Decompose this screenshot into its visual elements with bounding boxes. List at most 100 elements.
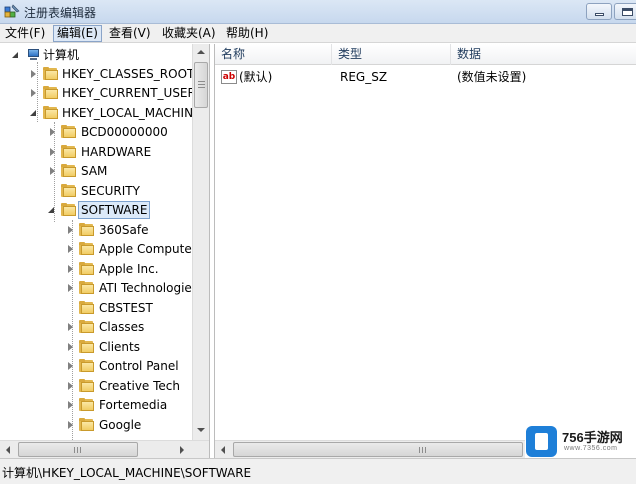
- scroll-thumb[interactable]: [18, 442, 138, 457]
- menu-view[interactable]: 查看(V): [106, 25, 154, 42]
- watermark-url: www.7356.com: [564, 445, 618, 452]
- scroll-right-button[interactable]: [174, 441, 191, 458]
- menu-favorites[interactable]: 收藏夹(A): [159, 25, 219, 42]
- tree-vertical-scrollbar[interactable]: [192, 44, 209, 440]
- column-header-data[interactable]: 数据: [451, 44, 636, 65]
- tree-node-label: HKEY_CURRENT_USER: [62, 86, 196, 100]
- expand-toggle-icon[interactable]: [48, 207, 54, 213]
- expand-toggle-icon[interactable]: [68, 226, 73, 234]
- arrow-right-icon: [180, 446, 184, 454]
- folder-icon: [79, 320, 94, 333]
- scroll-thumb[interactable]: [233, 442, 523, 457]
- list-horizontal-scrollbar[interactable]: [215, 440, 525, 458]
- scroll-thumb[interactable]: [194, 62, 208, 108]
- watermark-phone-icon: [526, 426, 557, 457]
- expand-toggle-icon[interactable]: [68, 343, 73, 351]
- scroll-up-button[interactable]: [193, 44, 209, 61]
- tree-node-label: Control Panel: [99, 359, 179, 373]
- arrow-down-icon: [197, 428, 205, 432]
- registry-tree[interactable]: 计算机 HKEY_CLASSES_ROOT HKEY_CURRENT_USER …: [0, 44, 210, 458]
- expand-toggle-icon[interactable]: [68, 245, 73, 253]
- tree-node-software[interactable]: SOFTWARE: [0, 201, 192, 219]
- column-header-name[interactable]: 名称: [215, 44, 332, 65]
- tree-node-label: Clients: [99, 340, 140, 354]
- folder-icon: [43, 86, 58, 99]
- tree-node-label: ATI Technologie: [99, 281, 192, 295]
- expand-toggle-icon[interactable]: [30, 110, 36, 116]
- expand-toggle-icon[interactable]: [50, 128, 55, 136]
- tree-node-key[interactable]: HARDWARE: [0, 143, 192, 161]
- window-title: 注册表编辑器: [24, 6, 97, 20]
- tree-node-key[interactable]: ATI Technologie: [0, 279, 192, 297]
- tree-node-key[interactable]: Fortemedia: [0, 396, 192, 414]
- expand-toggle-icon[interactable]: [31, 70, 36, 78]
- expand-toggle-icon[interactable]: [50, 148, 55, 156]
- folder-icon: [79, 359, 94, 372]
- status-bar: 计算机\HKEY_LOCAL_MACHINE\SOFTWARE: [0, 458, 636, 484]
- value-data: (数值未设置): [457, 70, 527, 84]
- tree-node-key[interactable]: SAM: [0, 162, 192, 180]
- scroll-left-button[interactable]: [0, 441, 17, 458]
- tree-node-label: HKEY_CLASSES_ROOT: [62, 67, 195, 81]
- minimize-icon: [595, 13, 604, 16]
- arrow-up-icon: [197, 50, 205, 54]
- expand-toggle-icon[interactable]: [68, 362, 73, 370]
- expand-toggle-icon[interactable]: [31, 89, 36, 97]
- folder-icon: [79, 398, 94, 411]
- tree-node-key[interactable]: SECURITY: [0, 182, 192, 200]
- tree-node-label: HKEY_LOCAL_MACHINE: [62, 106, 201, 120]
- watermark-brand: 756手游网: [562, 430, 623, 445]
- tree-node-label: BCD00000000: [81, 125, 168, 139]
- minimize-button[interactable]: [586, 3, 612, 20]
- status-path: 计算机\HKEY_LOCAL_MACHINE\SOFTWARE: [2, 466, 252, 480]
- computer-icon: [26, 49, 41, 61]
- tree-node-hive[interactable]: HKEY_CURRENT_USER: [0, 84, 196, 102]
- value-row[interactable]: ab (默认) REG_SZ (数值未设置): [215, 68, 636, 86]
- tree-node-key[interactable]: Classes: [0, 318, 192, 336]
- tree-node-hive[interactable]: HKEY_CLASSES_ROOT: [0, 65, 195, 83]
- tree-node-key[interactable]: Control Panel: [0, 357, 192, 375]
- registry-editor-icon: [4, 4, 20, 18]
- tree-node-hive[interactable]: HKEY_LOCAL_MACHINE: [0, 104, 201, 122]
- tree-node-label: Classes: [99, 320, 145, 334]
- folder-icon: [61, 125, 76, 138]
- expand-toggle-icon[interactable]: [12, 52, 18, 58]
- menu-file[interactable]: 文件(F): [2, 25, 48, 42]
- column-header-type[interactable]: 类型: [332, 44, 451, 65]
- tree-node-key[interactable]: Creative Tech: [0, 377, 192, 395]
- tree-node-key[interactable]: Clients: [0, 338, 192, 356]
- expand-toggle-icon[interactable]: [68, 401, 73, 409]
- expand-toggle-icon[interactable]: [50, 167, 55, 175]
- tree-node-key[interactable]: BCD00000000: [0, 123, 192, 141]
- folder-icon: [79, 262, 94, 275]
- folder-icon: [61, 164, 76, 177]
- expand-toggle-icon[interactable]: [68, 382, 73, 390]
- tree-node-label: SECURITY: [81, 184, 140, 198]
- expand-toggle-icon[interactable]: [68, 323, 73, 331]
- expand-toggle-icon[interactable]: [68, 421, 73, 429]
- menu-help[interactable]: 帮助(H): [223, 25, 271, 42]
- tree-node-computer[interactable]: 计算机: [0, 46, 192, 64]
- value-name: (默认): [239, 70, 273, 84]
- tree-node-label: SAM: [81, 164, 108, 178]
- folder-icon: [79, 340, 94, 353]
- arrow-left-icon: [6, 446, 10, 454]
- tree-node-key[interactable]: Google: [0, 416, 192, 434]
- scroll-down-button[interactable]: [193, 422, 209, 439]
- tree-horizontal-scrollbar[interactable]: [0, 440, 209, 458]
- expand-toggle-icon[interactable]: [68, 265, 73, 273]
- tree-node-key[interactable]: Apple Inc.: [0, 260, 192, 278]
- values-list[interactable]: 名称 类型 数据 ab (默认) REG_SZ (数值未设置): [214, 44, 636, 458]
- maximize-button[interactable]: [614, 3, 636, 20]
- folder-icon: [79, 242, 94, 255]
- tree-node-key[interactable]: 360Safe: [0, 221, 192, 239]
- tree-node-label: Creative Tech: [99, 379, 180, 393]
- tree-node-key[interactable]: Apple Computer: [0, 240, 197, 258]
- scroll-left-button[interactable]: [215, 441, 232, 458]
- menu-edit[interactable]: 编辑(E): [53, 25, 102, 42]
- tree-node-key[interactable]: CBSTEST: [0, 299, 192, 317]
- column-header-bar: 名称 类型 数据: [215, 44, 636, 65]
- expand-toggle-icon[interactable]: [68, 284, 73, 292]
- value-type: REG_SZ: [340, 70, 388, 84]
- folder-icon: [61, 145, 76, 158]
